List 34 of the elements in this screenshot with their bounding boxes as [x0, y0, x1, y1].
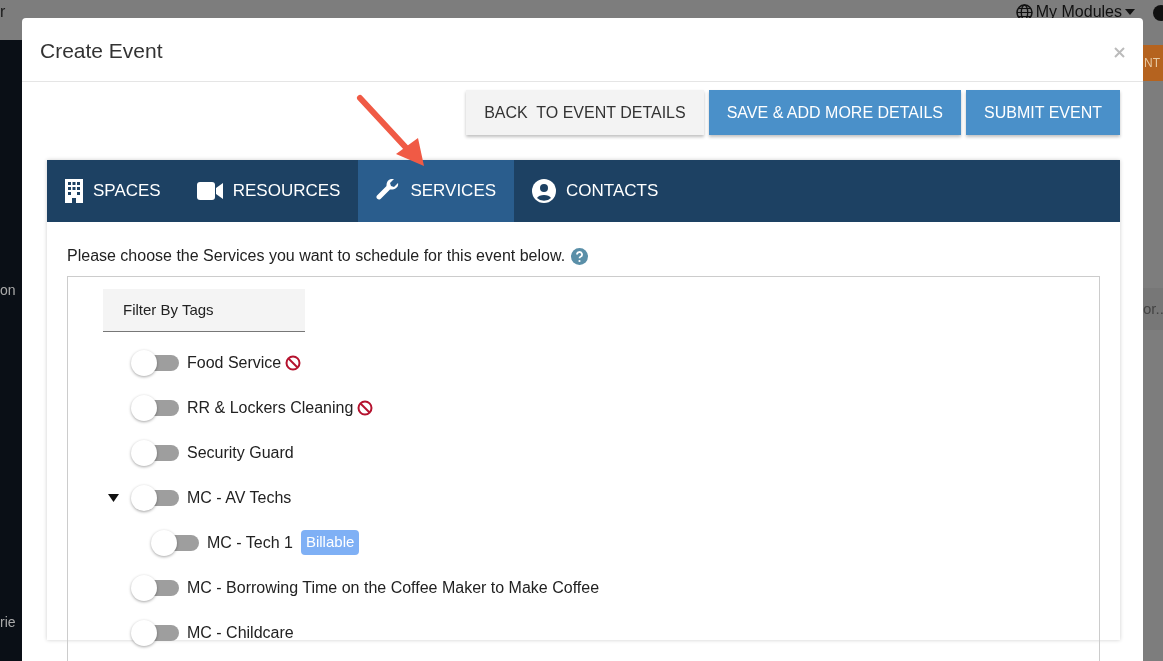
- background-text: on: [0, 281, 16, 300]
- billable-tag: Billable: [300, 530, 360, 555]
- video-camera-icon: [196, 182, 223, 201]
- service-name: MC - Tech 1: [207, 532, 293, 553]
- globe-icon: [1015, 3, 1033, 21]
- service-name: Security Guard: [187, 442, 294, 463]
- toggle-switch[interactable]: [131, 394, 179, 421]
- building-icon: [65, 179, 83, 204]
- instruction-text: Please choose the Services you want to schedule for this event below.: [67, 246, 566, 267]
- background-text: rie: [0, 613, 16, 632]
- service-name: RR & Lockers Cleaning: [187, 397, 354, 418]
- toggle-switch[interactable]: [131, 439, 179, 466]
- back-button[interactable]: BACK TO EVENT DETAILS: [466, 90, 704, 136]
- caret-icon: [1125, 9, 1135, 15]
- person-icon: [532, 179, 557, 204]
- modal-title: Create Event: [40, 38, 163, 64]
- tab[interactable]: SPACES: [47, 160, 179, 223]
- tab[interactable]: SERVICES: [358, 160, 515, 223]
- toggle-switch[interactable]: [131, 619, 179, 646]
- service-name: MC - Childcare: [187, 622, 294, 643]
- help-icon[interactable]: [571, 247, 589, 265]
- filter-by-tags-button[interactable]: Filter By Tags: [103, 289, 305, 333]
- toggle-switch[interactable]: [151, 529, 199, 556]
- caret-icon[interactable]: [107, 492, 119, 503]
- service-name: Food Service: [187, 352, 282, 373]
- toggle-switch[interactable]: [131, 574, 179, 601]
- service-name: MC - Borrowing Time on the Coffee Maker to Make Coffee: [187, 577, 600, 598]
- help-icon[interactable]: [1153, 4, 1163, 21]
- tab[interactable]: RESOURCES: [178, 160, 359, 223]
- service-name: MC - AV Techs: [187, 487, 292, 508]
- tab[interactable]: CONTACTS: [514, 160, 677, 223]
- toggle-switch[interactable]: [131, 484, 179, 511]
- toggle-switch[interactable]: [131, 349, 179, 376]
- background-text: r: [0, 2, 6, 22]
